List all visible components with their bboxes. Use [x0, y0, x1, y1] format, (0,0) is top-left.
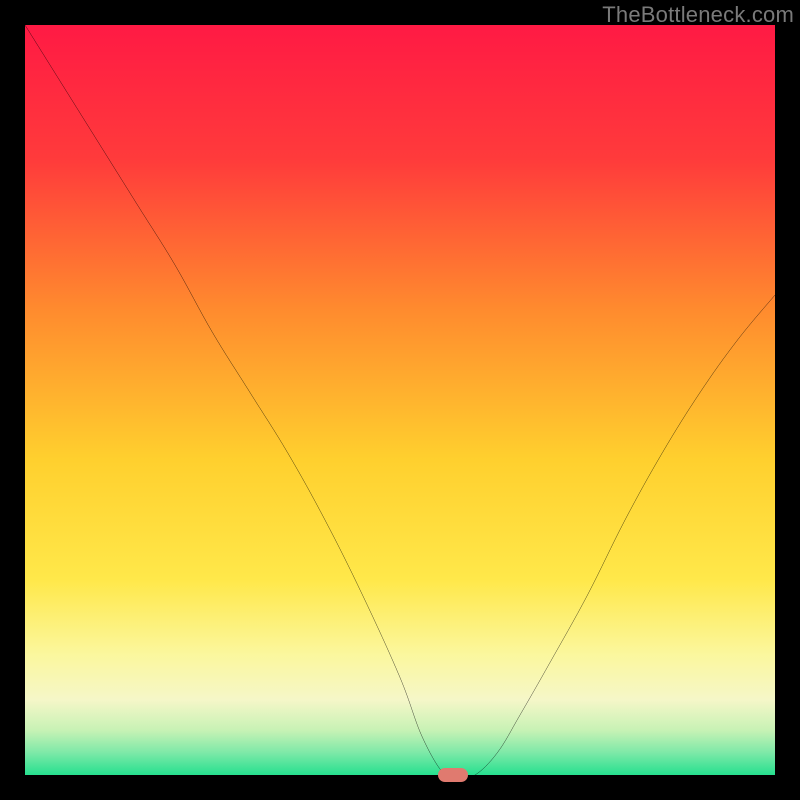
optimal-marker — [438, 768, 468, 782]
gradient-background — [25, 25, 775, 775]
plot-area — [25, 25, 775, 775]
chart-container: TheBottleneck.com — [0, 0, 800, 800]
watermark-label: TheBottleneck.com — [602, 2, 794, 28]
